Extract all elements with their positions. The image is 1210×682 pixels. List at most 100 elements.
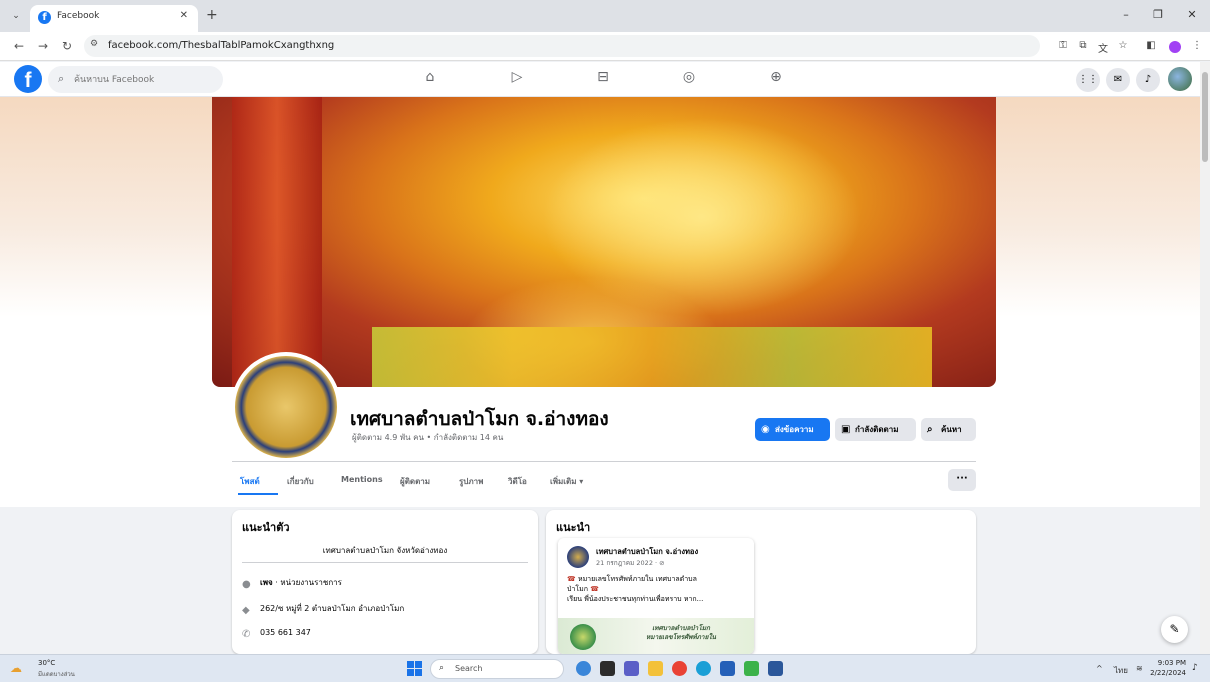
- task-view-icon[interactable]: [600, 661, 615, 676]
- tab-more[interactable]: เพิ่มเติม ▾: [550, 475, 583, 488]
- site-info-icon[interactable]: ⚙: [90, 39, 98, 49]
- search-icon: ⌕: [439, 663, 445, 673]
- browser-tab[interactable]: f Facebook ✕: [30, 5, 198, 32]
- phone-text: 035 661 347: [260, 628, 311, 637]
- browser-menu-icon[interactable]: ⋮: [1190, 40, 1204, 51]
- tab-photos[interactable]: รูปภาพ: [459, 475, 483, 488]
- back-icon[interactable]: ←: [12, 39, 26, 53]
- post-image[interactable]: เทศบาลตำบลป่าโมก หมายเลขโทรศัพท์ภายใน: [558, 618, 754, 654]
- tab-followers[interactable]: ผู้ติดตาม: [400, 475, 430, 488]
- profile-picture[interactable]: [231, 352, 341, 462]
- bookmark-star-icon[interactable]: ☆: [1116, 40, 1130, 51]
- address-bar[interactable]: ⚙ facebook.com/ThesbalTablPamokCxangthxn…: [84, 35, 1040, 57]
- windows-taskbar: ☁ 30°C มีแดดบางส่วน ⌕ Search ^ ไทย ≋ 9:0…: [0, 654, 1210, 682]
- cover-blur-right: [996, 97, 1200, 317]
- featured-card: แนะนำ เทศบาลตำบลป่าโมก จ.อ่างทอง 21 กรกฎ…: [546, 510, 976, 654]
- intro-card: แนะนำตัว เทศบาลตำบลป่าโมก จังหวัดอ่างทอง…: [232, 510, 538, 654]
- video-icon[interactable]: ▷: [505, 69, 529, 91]
- messenger-icon[interactable]: ✉: [1106, 68, 1130, 92]
- restore-icon[interactable]: ❐: [1148, 8, 1168, 21]
- clock-date[interactable]: 2/22/2024: [1145, 669, 1186, 677]
- tab-posts[interactable]: โพสต์: [240, 475, 260, 488]
- weather-desc[interactable]: มีแดดบางส่วน: [38, 669, 75, 679]
- side-panel-icon[interactable]: ◧: [1144, 40, 1158, 51]
- following-button[interactable]: ▣ กำลังติดตาม: [835, 418, 916, 441]
- browser-profile-avatar[interactable]: [1169, 41, 1181, 53]
- line-icon[interactable]: [744, 661, 759, 676]
- store-icon[interactable]: [720, 661, 735, 676]
- scrollbar-thumb[interactable]: [1202, 72, 1208, 162]
- gaming-icon[interactable]: ⊕: [764, 69, 788, 91]
- taskbar-search[interactable]: ⌕ Search: [430, 659, 564, 679]
- post-line-1: หมายเลขโทรศัพท์ภายใน เทศบาลตำบล: [577, 575, 697, 583]
- messenger-icon: ◉: [761, 424, 770, 435]
- following-label: กำลังติดตาม: [855, 425, 899, 434]
- windows-start-icon[interactable]: [407, 661, 422, 676]
- tab-about[interactable]: เกี่ยวกับ: [287, 475, 314, 488]
- intro-category: ● เพจ · หน่วยงานราชการ: [242, 576, 342, 591]
- send-message-label: ส่งข้อความ: [775, 425, 814, 434]
- phone-emoji-icon: ☎: [588, 585, 599, 593]
- notification-bell-icon[interactable]: ♪: [1192, 663, 1198, 673]
- word-icon[interactable]: [768, 661, 783, 676]
- info-icon: ●: [242, 579, 251, 590]
- translate-icon[interactable]: 文: [1096, 40, 1110, 55]
- send-message-button[interactable]: ◉ ส่งข้อความ: [755, 418, 830, 441]
- header-divider: [232, 461, 976, 462]
- install-app-icon[interactable]: ⧉: [1076, 40, 1090, 51]
- location-pin-icon: ◆: [242, 605, 250, 616]
- copilot-icon[interactable]: [576, 661, 591, 676]
- input-language[interactable]: ไทย: [1114, 664, 1128, 677]
- wifi-volume-icon[interactable]: ≋: [1136, 664, 1143, 673]
- page-search-button[interactable]: ⌕ ค้นหา: [921, 418, 976, 441]
- post-date[interactable]: 21 กรกฎาคม 2022 · ⊘: [596, 558, 665, 568]
- notifications-icon[interactable]: ♪: [1136, 68, 1160, 92]
- url-text[interactable]: facebook.com/ThesbalTablPamokCxangthxng: [108, 40, 334, 51]
- marketplace-icon[interactable]: ⊟: [591, 69, 615, 91]
- page-followers-meta[interactable]: ผู้ติดตาม 4.9 พัน คน • กำลังติดตาม 14 คน: [352, 431, 503, 444]
- intro-address[interactable]: ◆ 262/ซ หมู่ที่ 2 ตำบลป่าโมก อำเภอป่าโมก: [242, 602, 404, 617]
- tray-chevron-icon[interactable]: ^: [1096, 664, 1103, 673]
- menu-grid-icon[interactable]: ⋮⋮: [1076, 68, 1100, 92]
- groups-icon[interactable]: ◎: [677, 69, 701, 91]
- post-author-avatar[interactable]: [567, 546, 589, 568]
- clock-time[interactable]: 9:03 PM: [1152, 659, 1186, 667]
- edge-icon[interactable]: [696, 661, 711, 676]
- browser-tab-bar: ⌄ f Facebook ✕ + – ❐ ✕: [0, 0, 1210, 32]
- tab-search-chevron-icon[interactable]: ⌄: [8, 8, 24, 24]
- facebook-search[interactable]: ⌕: [48, 66, 223, 93]
- featured-post[interactable]: เทศบาลตำบลป่าโมก จ.อ่างทอง 21 กรกฎาคม 20…: [558, 538, 754, 654]
- teams-icon[interactable]: [624, 661, 639, 676]
- post-image-text-1: เทศบาลตำบลป่าโมก: [652, 624, 710, 632]
- active-tab-indicator: [238, 493, 278, 495]
- post-author[interactable]: เทศบาลตำบลป่าโมก จ.อ่างทอง: [596, 546, 698, 558]
- address-text: 262/ซ หมู่ที่ 2 ตำบลป่าโมก อำเภอป่าโมก: [260, 604, 405, 613]
- phone-icon: ✆: [242, 629, 251, 640]
- tab-videos[interactable]: วิดีโอ: [508, 475, 527, 488]
- weather-icon[interactable]: ☁: [10, 661, 22, 675]
- chrome-icon[interactable]: [672, 661, 687, 676]
- new-message-edit-icon[interactable]: ✎: [1161, 616, 1188, 643]
- close-window-icon[interactable]: ✕: [1182, 8, 1202, 21]
- account-avatar[interactable]: [1168, 67, 1192, 91]
- post-image-logo: [570, 624, 596, 650]
- tab-title: Facebook: [57, 11, 100, 21]
- facebook-search-input[interactable]: [74, 70, 214, 89]
- minimize-icon[interactable]: –: [1116, 8, 1136, 21]
- cover-photo[interactable]: [212, 97, 996, 387]
- close-tab-icon[interactable]: ✕: [180, 10, 188, 21]
- new-tab-icon[interactable]: +: [206, 7, 218, 23]
- reload-icon[interactable]: ↻: [60, 39, 74, 53]
- more-options-button[interactable]: ···: [948, 469, 976, 491]
- home-icon[interactable]: ⌂: [418, 69, 442, 91]
- tab-mentions[interactable]: Mentions: [341, 475, 383, 484]
- file-explorer-icon[interactable]: [648, 661, 663, 676]
- forward-icon[interactable]: →: [36, 39, 50, 53]
- password-key-icon[interactable]: ⚿: [1056, 40, 1070, 51]
- facebook-logo[interactable]: f: [14, 65, 42, 93]
- intro-phone[interactable]: ✆ 035 661 347: [242, 628, 311, 641]
- post-line-3: เรียน พี่น้องประชาชนทุกท่านเพื่อทราบ หาก…: [567, 595, 704, 603]
- category-value: · หน่วยงานราชการ: [272, 578, 342, 587]
- page-search-label: ค้นหา: [941, 425, 962, 434]
- weather-temp[interactable]: 30°C: [38, 659, 55, 667]
